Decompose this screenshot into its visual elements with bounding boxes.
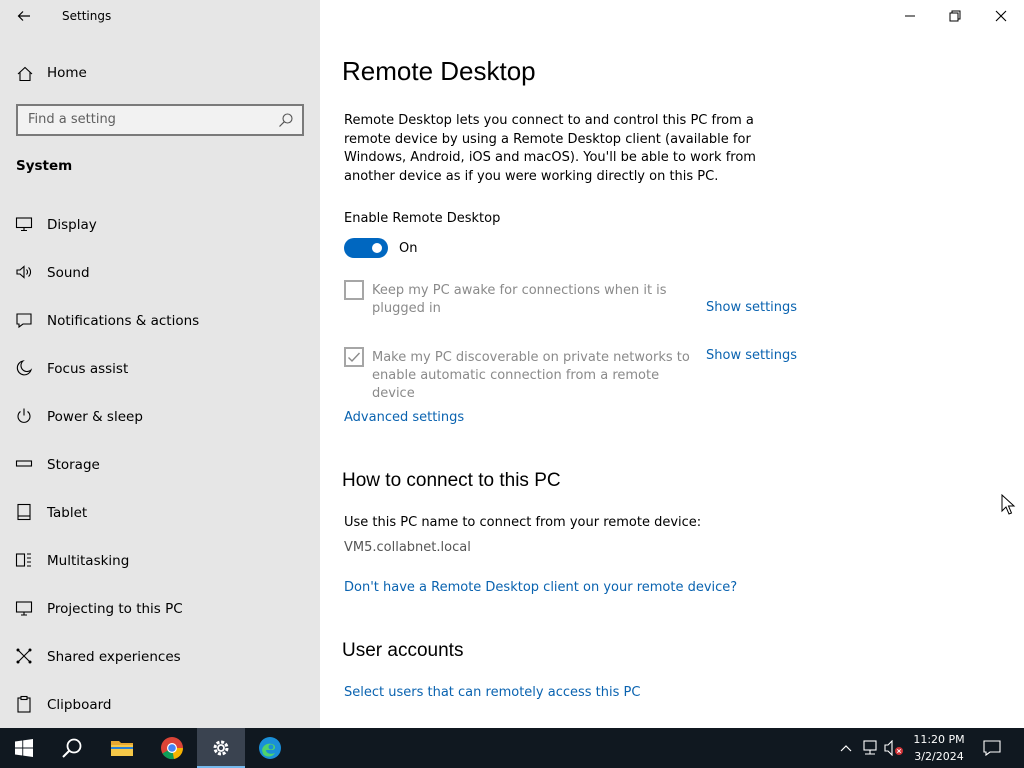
home-icon xyxy=(17,66,33,82)
restore-icon xyxy=(949,10,961,22)
sidebar-item-label: Clipboard xyxy=(47,697,112,713)
advanced-settings-link[interactable]: Advanced settings xyxy=(344,410,464,425)
sidebar-item-multitasking[interactable]: Multitasking xyxy=(0,541,320,581)
sidebar-item-label: Display xyxy=(47,217,97,233)
pc-name-value: VM5.collabnet.local xyxy=(344,540,471,555)
sidebar-item-label: Focus assist xyxy=(47,361,129,377)
keep-awake-label: Keep my PC awake for connections when it… xyxy=(372,283,667,316)
clock-time: 11:20 PM xyxy=(913,733,965,746)
search-placeholder: Find a setting xyxy=(28,112,116,127)
search-icon xyxy=(279,113,293,127)
user-accounts-heading: User accounts xyxy=(342,640,464,661)
chrome-icon xyxy=(161,737,183,760)
sidebar-item-display[interactable]: Display xyxy=(0,205,320,245)
volume-muted-icon xyxy=(884,740,903,756)
action-center-button[interactable] xyxy=(982,738,1002,758)
page-title: Remote Desktop xyxy=(342,56,536,86)
section-title-system: System xyxy=(16,158,73,174)
projecting-icon xyxy=(15,601,33,616)
start-button[interactable] xyxy=(0,728,48,768)
sidebar-item-label: Sound xyxy=(47,265,90,281)
minimize-button[interactable] xyxy=(887,0,933,32)
taskbar-settings[interactable] xyxy=(197,728,245,768)
home-label: Home xyxy=(47,65,87,81)
chevron-up-icon xyxy=(840,745,852,752)
taskbar-file-explorer[interactable] xyxy=(98,728,146,768)
sidebar-item-notifications[interactable]: Notifications & actions xyxy=(0,301,320,341)
back-button[interactable] xyxy=(8,2,40,30)
sidebar-item-label: Projecting to this PC xyxy=(47,601,183,617)
restore-button[interactable] xyxy=(932,0,978,32)
search-icon xyxy=(62,738,82,758)
clock-date: 3/2/2024 xyxy=(914,750,964,763)
power-icon xyxy=(17,408,31,423)
network-icon xyxy=(863,740,877,755)
gear-icon xyxy=(213,740,229,756)
toggle-knob xyxy=(372,243,382,253)
sidebar-item-sound[interactable]: Sound xyxy=(0,253,320,293)
sidebar-item-label: Storage xyxy=(47,457,100,473)
checkmark-icon xyxy=(348,352,361,363)
sidebar-item-projecting[interactable]: Projecting to this PC xyxy=(0,589,320,629)
sidebar-item-label: Power & sleep xyxy=(47,409,143,425)
sidebar-item-power-sleep[interactable]: Power & sleep xyxy=(0,397,320,437)
file-explorer-icon xyxy=(111,741,133,756)
network-button[interactable] xyxy=(860,738,880,758)
multitasking-icon xyxy=(15,553,31,567)
taskbar-clock[interactable]: 11:20 PM 3/2/2024 xyxy=(904,731,974,765)
sidebar-item-label: Multitasking xyxy=(47,553,130,569)
toggle-state-label: On xyxy=(399,241,418,256)
action-center-icon xyxy=(983,740,1001,757)
volume-button[interactable] xyxy=(884,738,904,758)
tablet-icon xyxy=(17,503,31,521)
sidebar-item-storage[interactable]: Storage xyxy=(0,445,320,485)
select-users-link[interactable]: Select users that can remotely access th… xyxy=(344,685,640,700)
moon-icon xyxy=(16,360,33,376)
connect-instructions: Use this PC name to connect from your re… xyxy=(344,515,702,530)
sidebar-item-shared-experiences[interactable]: Shared experiences xyxy=(0,637,320,677)
discoverable-label: Make my PC discoverable on private netwo… xyxy=(372,350,690,401)
mouse-cursor-icon xyxy=(1001,494,1016,515)
windows-logo-icon xyxy=(15,739,33,757)
sidebar-item-tablet[interactable]: Tablet xyxy=(0,493,320,533)
shared-icon xyxy=(16,648,32,664)
discoverable-show-settings-link[interactable]: Show settings xyxy=(706,348,797,363)
taskbar-search-button[interactable] xyxy=(48,728,96,768)
storage-icon xyxy=(15,460,33,467)
close-icon xyxy=(995,10,1007,22)
enable-remote-desktop-toggle[interactable] xyxy=(344,238,388,258)
keep-awake-checkbox[interactable] xyxy=(344,280,364,300)
page-description: Remote Desktop lets you connect to and c… xyxy=(344,113,756,184)
display-icon xyxy=(15,217,33,232)
sidebar-item-clipboard[interactable]: Clipboard xyxy=(0,685,320,725)
taskbar: 11:20 PM 3/2/2024 xyxy=(0,728,1024,768)
taskbar-edge[interactable] xyxy=(246,728,294,768)
sound-icon xyxy=(16,265,31,279)
clipboard-icon xyxy=(17,695,31,713)
keep-awake-show-settings-link[interactable]: Show settings xyxy=(706,300,797,315)
sidebar-item-label: Notifications & actions xyxy=(47,313,200,329)
no-client-link[interactable]: Don't have a Remote Desktop client on yo… xyxy=(344,580,737,595)
app-title: Settings xyxy=(62,9,112,23)
notifications-icon xyxy=(16,313,32,329)
sidebar-item-label: Shared experiences xyxy=(47,649,181,665)
show-hidden-icons-button[interactable] xyxy=(836,738,856,758)
sidebar-item-label: Tablet xyxy=(47,505,88,521)
taskbar-chrome[interactable] xyxy=(148,728,196,768)
discoverable-checkbox[interactable] xyxy=(344,347,364,367)
sidebar: Settings Home Find a setting System Disp… xyxy=(0,0,320,728)
home-nav-item[interactable]: Home xyxy=(0,58,320,88)
sidebar-item-focus-assist[interactable]: Focus assist xyxy=(0,349,320,389)
edge-icon xyxy=(259,737,281,759)
search-input[interactable]: Find a setting xyxy=(16,104,304,136)
back-arrow-icon xyxy=(17,11,30,21)
close-button[interactable] xyxy=(978,0,1024,32)
enable-remote-desktop-label: Enable Remote Desktop xyxy=(344,211,501,226)
how-to-connect-heading: How to connect to this PC xyxy=(342,470,561,491)
minimize-icon xyxy=(905,15,915,17)
